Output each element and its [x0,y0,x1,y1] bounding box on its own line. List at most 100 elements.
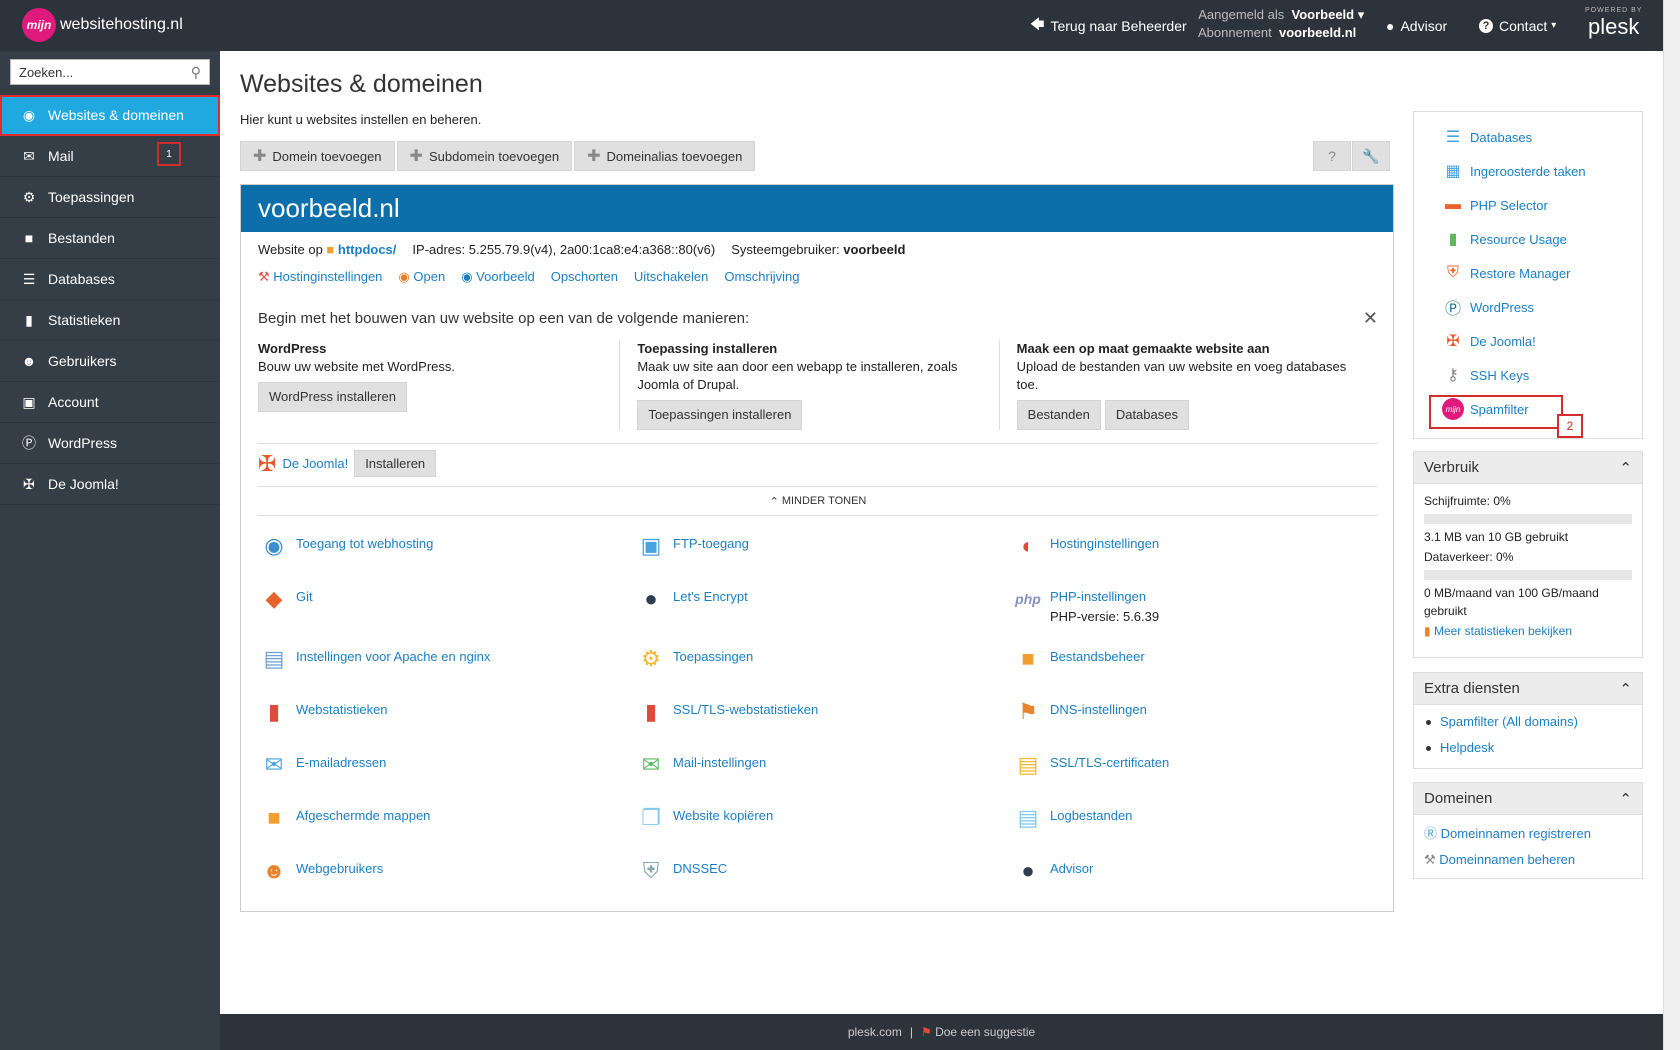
joomla-install-button[interactable]: Installeren [354,450,437,477]
suggestion-label: Doe een suggestie [935,1025,1036,1039]
button-label: Domeinalias toevoegen [606,148,743,164]
sidebar-item-users[interactable]: ☻ Gebruikers [0,341,220,382]
suspend-link[interactable]: Opschorten [551,269,618,285]
tile-webhosting-access[interactable]: ◉ Toegang tot webhosting [258,530,433,562]
tile-web-users[interactable]: ☻ Webgebruikers [258,855,383,887]
plus-icon: ✚ [253,148,267,165]
user-info[interactable]: Aangemeld als Voorbeeld ▾ Abonnement voo… [1198,6,1364,42]
extra-service-item[interactable]: Spamfilter (All domains) [1424,709,1632,735]
account-icon: ▣ [22,393,36,410]
contact-button[interactable]: ? Contact ▾ [1479,0,1556,51]
extra-services-header[interactable]: Extra diensten ⌃ [1414,673,1642,705]
search-icon[interactable]: ⚲ [191,64,201,81]
tile-mail-settings[interactable]: ✉ Mail-instellingen [635,749,766,781]
help-button[interactable]: ? [1313,141,1351,171]
show-less-toggle[interactable]: ⌃ MINDER TONEN [258,486,1378,516]
hosting-settings-link[interactable]: ⚒ Hostinginstellingen [258,269,382,285]
tile-php-settings[interactable]: php PHP-instellingen PHP-versie: 5.6.39 [1012,583,1159,627]
tile-protected-dirs[interactable]: ■ Afgeschermde mappen [258,802,430,834]
databases-button[interactable]: Databases [1104,400,1189,430]
sidebar-item-websites-domains[interactable]: ◉ Websites & domeinen [0,95,220,136]
tile-dns-settings[interactable]: ⚑ DNS-instellingen [1012,696,1147,728]
add-subdomain-button[interactable]: ✚ Subdomein toevoegen [396,141,573,171]
plesk-com-link[interactable]: plesk.com [848,1025,902,1039]
joomla-link[interactable]: De Joomla! [282,456,348,471]
tile-ssl-certificates[interactable]: ▤ SSL/TLS-certificaten [1012,749,1170,781]
tile-label: Let's Encrypt [673,589,748,604]
quick-link-label: Databases [1470,129,1533,145]
subscription-value[interactable]: voorbeeld.nl [1279,25,1356,40]
quick-link-databases[interactable]: ☰ Databases [1442,126,1532,148]
tile-lets-encrypt[interactable]: ● Let's Encrypt [635,583,748,615]
search-input[interactable]: Zoeken... ⚲ [10,59,210,85]
quick-link-scheduled-tasks[interactable]: ▦ Ingeroosterde taken [1442,160,1586,182]
toolbar: ✚ Domein toevoegen ✚ Subdomein toevoegen ✚… [240,141,756,171]
advisor-button[interactable]: ● Advisor [1386,0,1447,51]
open-link[interactable]: ◉ Open [398,269,445,285]
tile-applications[interactable]: ⚙ Toepassingen [635,643,753,675]
quick-link-ssh-keys[interactable]: ⚷ SSH Keys [1442,364,1529,386]
sidebar-item-databases[interactable]: ☰ Databases [0,259,220,300]
tile-copy-website[interactable]: ❐ Website kopiëren [635,802,773,834]
add-domain-alias-button[interactable]: ✚ Domeinalias toevoegen [574,141,756,171]
tile-ftp-access[interactable]: ▣ FTP-toegang [635,530,749,562]
chevron-up-icon[interactable]: ⌃ [1619,790,1632,808]
tile-webstats[interactable]: ▮ Webstatistieken [258,696,388,728]
quick-link-resource-usage[interactable]: ▮ Resource Usage [1442,228,1567,250]
close-icon[interactable]: ✕ [1363,308,1378,329]
tile-label: Toegang tot webhosting [296,536,434,551]
quick-link-wordpress[interactable]: Ⓟ WordPress [1442,296,1534,319]
tile-apache-nginx[interactable]: ▤ Instellingen voor Apache en nginx [258,643,491,675]
sidebar-item-statistics[interactable]: ▮ Statistieken [0,300,220,341]
tile-log-files[interactable]: ▤ Logbestanden [1012,802,1133,834]
annotation-highlight-spamfilter [1429,395,1563,429]
quick-link-restore-manager[interactable]: ⛨ Restore Manager [1442,262,1570,284]
manage-domains-link[interactable]: ⚒ Domeinnamen beheren [1424,847,1632,873]
tile-email-addresses[interactable]: ✉ E-mailadressen [258,749,387,781]
chevron-up-icon[interactable]: ⌃ [1619,680,1632,698]
quick-link-php-selector[interactable]: ▬ PHP Selector [1442,194,1548,216]
back-to-admin-link[interactable]: 🡄 Terug naar Beheerder [1030,0,1187,51]
register-domains-link[interactable]: Ⓡ Domeinnamen registreren [1424,821,1632,847]
page-scrollbar[interactable] [1663,0,1680,1050]
files-button[interactable]: Bestanden [1016,400,1101,430]
database-icon: ☰ [1445,129,1461,146]
tile-label: Toepassingen [673,649,754,664]
usage-panel-header[interactable]: Verbruik ⌃ [1414,452,1642,484]
sidebar-item-files[interactable]: ■ Bestanden [0,218,220,259]
sidebar-item-wordpress[interactable]: Ⓟ WordPress [0,423,220,464]
quick-link-label: Ingeroosterde taken [1470,163,1586,179]
domains-panel-header[interactable]: Domeinen ⌃ [1414,783,1642,815]
brand-logo[interactable]: mijn websitehosting.nl [22,8,183,42]
plesk-logo: POWERED BY plesk [1585,7,1642,40]
tile-ssl-webstats[interactable]: ▮ SSL/TLS-webstatistieken [635,696,818,728]
footer-separator: | [909,1025,913,1039]
tile-hosting-settings[interactable]: ◐ Hostinginstellingen [1012,530,1159,562]
logged-in-user[interactable]: Voorbeeld [1292,7,1355,22]
add-domain-button[interactable]: ✚ Domein toevoegen [240,141,395,171]
tile-file-manager[interactable]: ■ Bestandsbeheer [1012,643,1144,675]
sidebar-item-account[interactable]: ▣ Account [0,382,220,423]
sidebar-item-joomla[interactable]: ✠ De Joomla! [0,464,220,505]
sidebar-item-mail[interactable]: ✉ Mail [0,136,220,177]
install-apps-button[interactable]: Toepassingen installeren [637,400,803,430]
tile-dnssec[interactable]: ⛨ DNSSEC [635,855,727,887]
docroot-link[interactable]: httpdocs/ [338,242,397,257]
chevron-up-icon[interactable]: ⌃ [1619,459,1632,477]
quick-link-joomla[interactable]: ✠ De Joomla! [1442,330,1535,352]
suggestion-link[interactable]: ⚑ Doe een suggestie [921,1025,1035,1039]
more-stats-link[interactable]: ▮ Meer statistieken bekijken [1424,622,1632,640]
description-link[interactable]: Omschrijving [724,269,799,285]
domain-name[interactable]: voorbeeld.nl [241,185,1393,232]
quick-link-label: PHP Selector [1470,197,1548,213]
back-link-label: Terug naar Beheerder [1050,17,1187,34]
sidebar-item-applications[interactable]: ⚙ Toepassingen [0,177,220,218]
tile-advisor[interactable]: ● Advisor [1012,855,1093,887]
tile-git[interactable]: ◆ Git [258,583,313,615]
extra-service-item[interactable]: Helpdesk [1424,735,1632,761]
lock-icon: ● [644,586,658,611]
preview-link[interactable]: ◉ Voorbeeld [461,269,535,285]
disable-link[interactable]: Uitschakelen [634,269,708,285]
tools-button[interactable]: 🔧 [1352,141,1390,171]
install-wordpress-button[interactable]: WordPress installeren [258,382,407,412]
